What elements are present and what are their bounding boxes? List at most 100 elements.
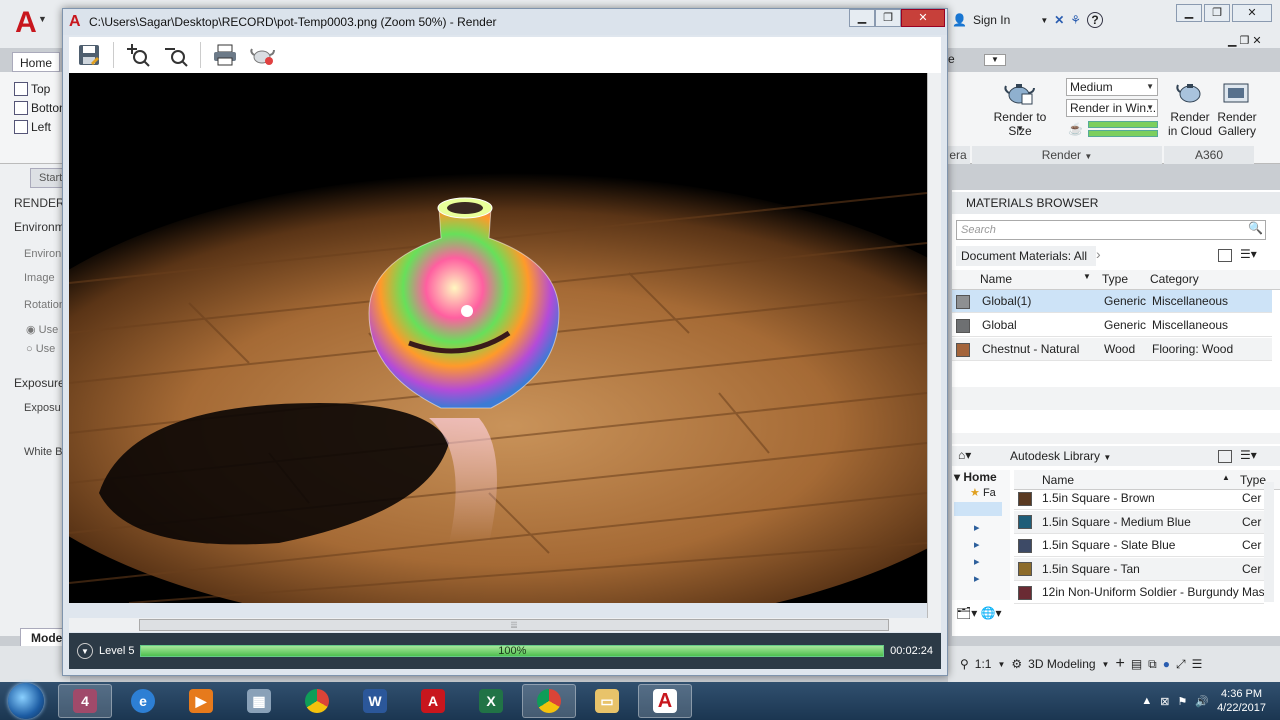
taskbar-autocad-button[interactable]: A <box>406 684 460 718</box>
globe-icon[interactable]: ● <box>1163 657 1170 671</box>
doc-controls[interactable]: ▁ ❐ ✕ <box>1228 34 1262 47</box>
use-radio-2[interactable]: ○ Use <box>26 343 55 355</box>
tree-subfolders[interactable]: ▸ ▸ ▸ ▸ <box>974 520 980 588</box>
app-close-button[interactable]: ✕ <box>1232 4 1272 22</box>
scale-value[interactable]: 1:1 <box>975 657 992 671</box>
column-name-header[interactable]: Name <box>980 272 1012 286</box>
render-viewport[interactable] <box>69 73 927 603</box>
taskbar-explorer-button[interactable]: ▭ <box>580 684 634 718</box>
viewport-vertical-scrollbar[interactable] <box>927 73 941 618</box>
library-options-icon[interactable]: ☰▾ <box>1240 448 1257 462</box>
print-icon[interactable] <box>211 41 239 69</box>
home-icon[interactable]: ⌂▾ <box>958 448 971 462</box>
ribbon-tab-fragment[interactable]: e <box>948 52 955 66</box>
render-quality-dropdown[interactable]: Medium ▼ <box>1066 78 1158 96</box>
taskbar-paint-button[interactable]: 4 <box>58 684 112 718</box>
expand-chevron-icon[interactable]: ▼ <box>77 643 93 659</box>
table-row[interactable]: Global(1) Generic Miscellaneous <box>952 290 1272 313</box>
gallery-icon[interactable] <box>1222 80 1250 106</box>
app-menu-caret-icon[interactable]: ▼ <box>38 14 47 24</box>
taskbar-calculator-button[interactable]: ▦ <box>232 684 286 718</box>
lib-column-name[interactable]: Name <box>1042 473 1074 487</box>
flag-icon[interactable]: ⚑ <box>1177 695 1187 708</box>
connect-icon[interactable]: ⚘ <box>1070 13 1081 27</box>
materials-search-input[interactable]: Search <box>956 220 1266 240</box>
sign-in-caret-icon[interactable]: ▼ <box>1040 16 1048 25</box>
render-teapot-icon[interactable] <box>249 41 277 69</box>
render-close-button[interactable]: ✕ <box>901 9 945 27</box>
horizontal-scroll-thumb[interactable]: ⦙⦙⦙ <box>139 619 889 631</box>
column-category-header[interactable]: Category <box>1150 272 1199 286</box>
viewport-horizontal-scrollbar[interactable]: ⦙⦙⦙ <box>69 618 941 632</box>
teapot-render-icon[interactable] <box>1004 80 1036 106</box>
tray-up-arrow-icon[interactable]: ▲ <box>1141 695 1152 707</box>
search-icon[interactable]: 🔍 <box>1248 221 1263 235</box>
list-item[interactable]: 1.5in Square - Medium Blue Cer <box>1014 510 1264 534</box>
fullscreen-icon[interactable]: ⤢ <box>1176 657 1186 672</box>
library-scrollbar[interactable] <box>1264 482 1274 602</box>
list-item[interactable]: 1.5in Square - Brown Cer <box>1014 487 1264 510</box>
gear-icon[interactable]: ⚙ <box>1011 657 1022 671</box>
list-options-icon[interactable]: ☰▾ <box>1240 247 1257 261</box>
zoom-in-icon[interactable] <box>124 41 152 69</box>
cloud-render-icon[interactable] <box>1176 80 1206 106</box>
render-gallery-button[interactable]: Render Gallery <box>1214 110 1260 138</box>
view-top-button[interactable]: Top <box>14 80 50 98</box>
sort-up-icon[interactable]: ▲ <box>1222 473 1230 482</box>
start-button[interactable] <box>8 683 44 719</box>
lib-column-type[interactable]: Type <box>1240 473 1266 487</box>
sign-in-button[interactable]: Sign In <box>973 13 1010 27</box>
panel-view-icon[interactable] <box>1218 249 1232 262</box>
tab-home[interactable]: Home <box>12 52 60 72</box>
list-item[interactable]: 12in Non-Uniform Soldier - Burgundy Mas <box>1014 581 1265 604</box>
taskbar-word-button[interactable]: W <box>348 684 402 718</box>
save-icon[interactable] <box>75 41 103 69</box>
list-item[interactable]: 1.5in Square - Slate Blue Cer <box>1014 534 1264 557</box>
table-row[interactable]: Chestnut - Natural Wood Flooring: Wood <box>952 338 1272 361</box>
volume-icon[interactable]: 🔊 <box>1195 695 1209 708</box>
column-type-header[interactable]: Type <box>1102 272 1128 286</box>
tree-home[interactable]: ▾ Home <box>954 470 997 484</box>
plus-icon[interactable]: + <box>1115 655 1124 673</box>
ribbon-tab-dropdown-icon[interactable]: ▼ <box>984 54 1006 66</box>
render-panel-label[interactable]: Render ▼ <box>972 146 1162 164</box>
zoom-out-icon[interactable] <box>162 41 190 69</box>
render-minimize-button[interactable]: ▁ <box>849 9 875 27</box>
material-category: Miscellaneous <box>1152 294 1229 308</box>
help-icon[interactable]: ? <box>1087 12 1104 28</box>
autodesk-library-button[interactable]: Autodesk Library ▼ <box>1010 449 1111 463</box>
menu-icon[interactable]: ☰ <box>1192 657 1203 671</box>
list-item[interactable]: 1.5in Square - Tan Cer <box>1014 557 1264 581</box>
app-maximize-button[interactable]: ❐ <box>1204 4 1230 22</box>
render-in-dropdown[interactable]: Render in Win... ▼ <box>1066 99 1158 117</box>
table-row[interactable]: Global Generic Miscellaneous <box>952 314 1272 337</box>
view-left-button[interactable]: Left <box>14 118 51 136</box>
exchange-icon[interactable]: ✕ <box>1054 13 1064 27</box>
taskbar-ie-button[interactable]: e <box>116 684 170 718</box>
sort-caret-icon[interactable]: ▼ <box>1083 272 1091 281</box>
app-minimize-button[interactable]: ▁ <box>1176 4 1202 22</box>
hardware-icon[interactable]: ⧉ <box>1148 657 1157 672</box>
tree-favorites[interactable]: ★ Fa <box>970 486 996 499</box>
render-to-size-caret-icon[interactable]: ▼ <box>1016 124 1024 133</box>
network-icon[interactable]: ⊠ <box>1160 695 1169 708</box>
render-maximize-button[interactable]: ❐ <box>875 9 901 27</box>
library-tools-icons[interactable]: 🗂▾ 🌐▾ <box>956 606 1002 620</box>
user-icon[interactable]: 👤 <box>952 13 967 27</box>
taskbar-clock[interactable]: 4:36 PM 4/22/2017 <box>1217 687 1266 715</box>
taskbar-excel-button[interactable]: X <box>464 684 518 718</box>
taskbar-autocad-active-button[interactable]: A <box>638 684 692 718</box>
use-radio-1[interactable]: ◉ Use <box>26 323 58 336</box>
isolate-icon[interactable]: ▤ <box>1131 657 1142 671</box>
workspace-button[interactable]: 3D Modeling <box>1028 657 1095 671</box>
taskbar-chrome-button[interactable] <box>290 684 344 718</box>
taskbar-chrome-active-button[interactable] <box>522 684 576 718</box>
taskbar-media-button[interactable]: ▶ <box>174 684 228 718</box>
annotation-scale-icon[interactable]: ⚲ <box>960 657 969 671</box>
library-view-icon[interactable] <box>1218 450 1232 463</box>
render-progress-row: ▼ Level 5 100% 00:02:24 <box>69 633 941 669</box>
document-materials-filter[interactable]: Document Materials: All <box>956 246 1096 266</box>
view-bottom-button[interactable]: Bottom <box>14 99 69 117</box>
render-in-cloud-button[interactable]: Render in Cloud <box>1164 110 1216 138</box>
tree-library-selected[interactable] <box>954 502 1002 516</box>
